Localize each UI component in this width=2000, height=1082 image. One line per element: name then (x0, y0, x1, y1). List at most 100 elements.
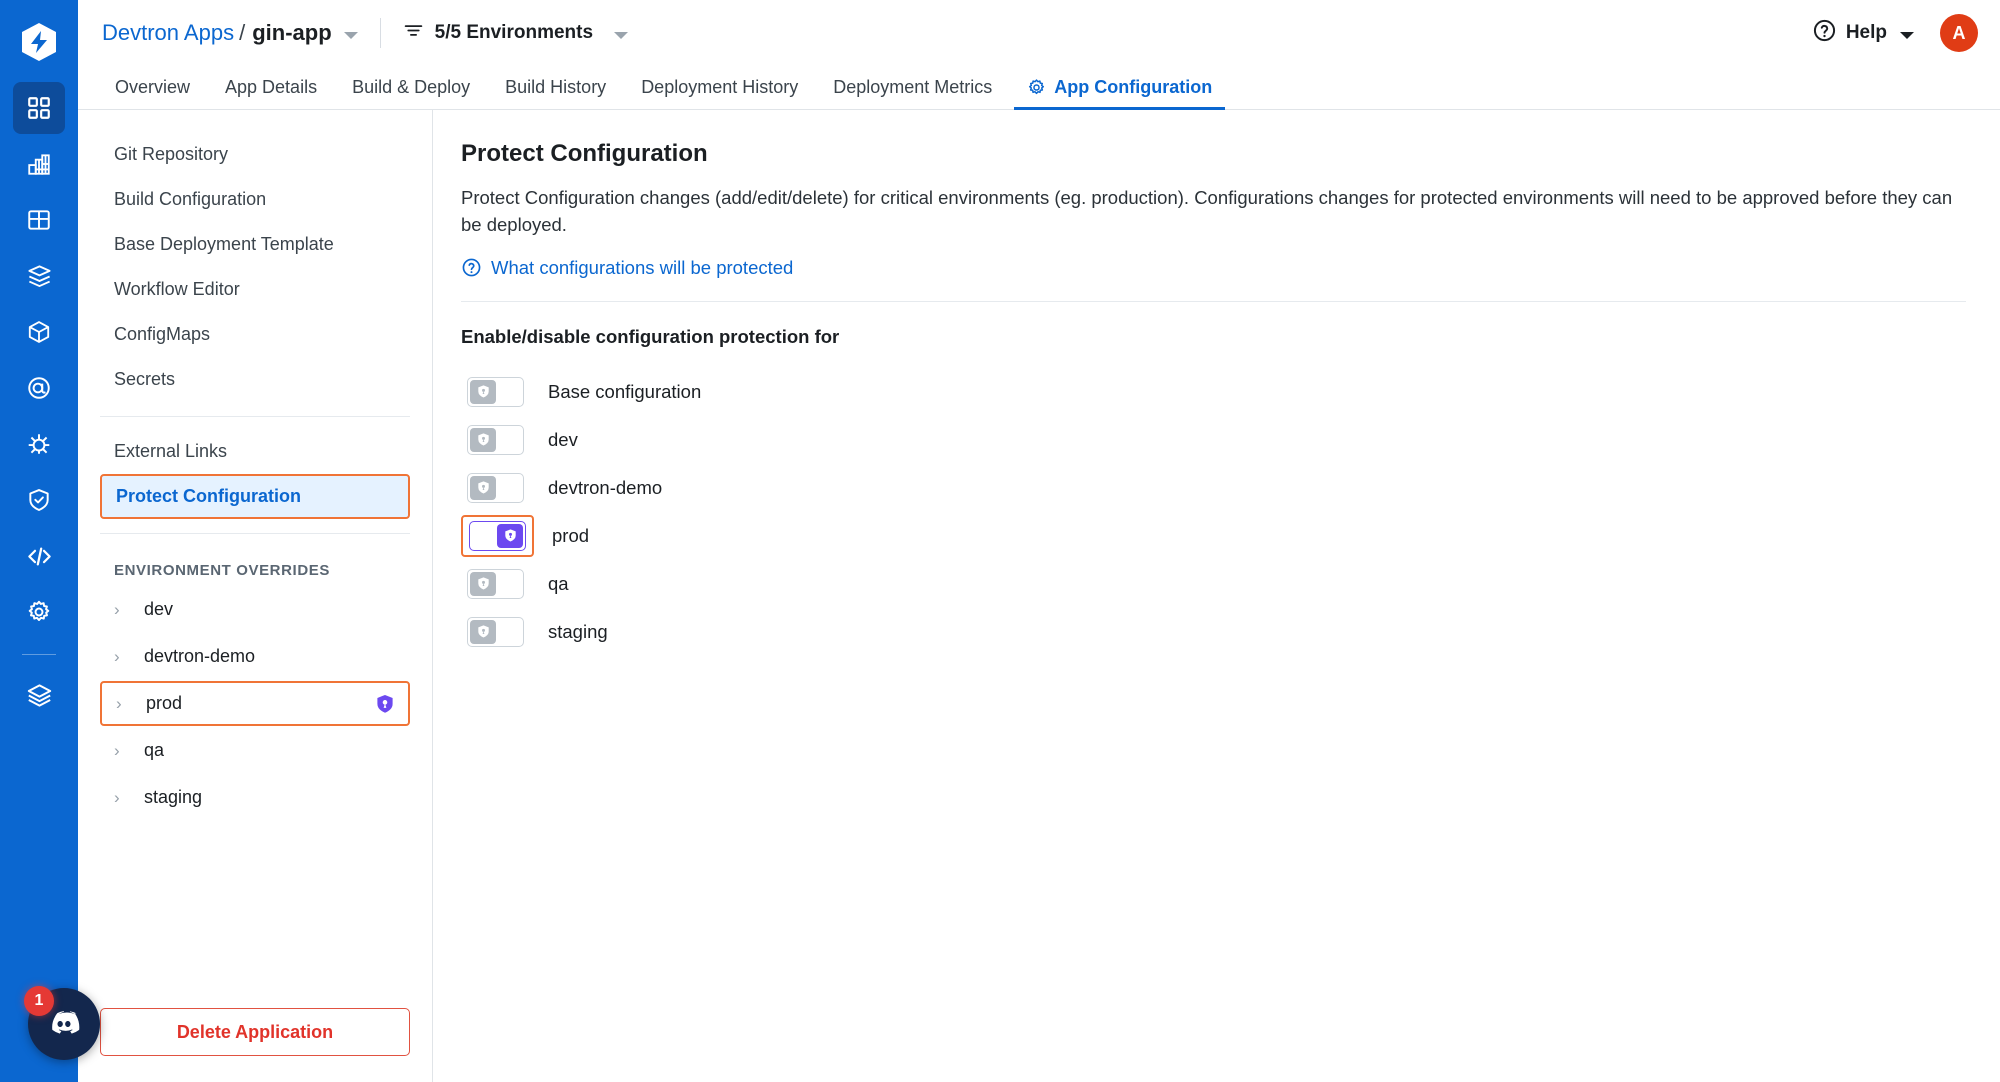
question-circle-icon (461, 257, 482, 278)
environment-selector[interactable]: 5/5 Environments (403, 20, 629, 46)
tab-label: Build History (505, 77, 607, 97)
sidebar-item-base-deployment-template[interactable]: Base Deployment Template (100, 222, 410, 267)
app-tabs: Overview App Details Build & Deploy Buil… (78, 66, 2000, 110)
bug-icon (26, 431, 52, 457)
chevron-right-icon: › (114, 647, 120, 666)
tab-build-and-deploy[interactable]: Build & Deploy (339, 66, 483, 109)
sidebar-item-label: Base Deployment Template (114, 234, 334, 254)
protection-toggle-row: staging (461, 608, 1966, 656)
sidebar-item-git-repository[interactable]: Git Repository (100, 132, 410, 177)
code-brackets-icon (26, 543, 53, 570)
sidebar-divider (100, 416, 410, 417)
toggle-knob (470, 571, 496, 596)
app-root: 1 Devtron Apps / gin-app 5/5 Environment… (0, 0, 2000, 1082)
sidebar-item-protect-configuration[interactable]: Protect Configuration (100, 474, 410, 519)
help-link-label: What configurations will be protected (491, 256, 794, 278)
primary-icon-rail (0, 0, 78, 1082)
tab-overview[interactable]: Overview (102, 66, 203, 109)
sidebar-item-workflow-editor[interactable]: Workflow Editor (100, 267, 410, 312)
protection-toggle-row: prod (461, 512, 1966, 560)
protection-toggle-dev[interactable] (467, 424, 524, 455)
tab-app-configuration[interactable]: App Configuration (1014, 66, 1226, 110)
env-override-dev[interactable]: › dev (100, 587, 410, 632)
help-label: Help (1845, 22, 1887, 43)
chevron-down-icon[interactable] (343, 31, 358, 39)
env-override-staging[interactable]: › staging (100, 775, 410, 820)
tab-deployment-history[interactable]: Deployment History (628, 66, 811, 109)
target-at-icon (26, 375, 52, 401)
protected-shield-icon (372, 691, 398, 717)
help-menu[interactable]: Help (1812, 18, 1914, 48)
toggle-knob (470, 619, 496, 644)
breadcrumb: Devtron Apps / gin-app (102, 20, 358, 46)
toggle-box-prod (461, 514, 534, 557)
chevron-right-icon: › (114, 741, 120, 760)
sidebar-divider-2 (100, 533, 410, 534)
delete-application-button[interactable]: Delete Application (100, 1008, 410, 1056)
enable-disable-section-label: Enable/disable configuration protection … (461, 325, 840, 347)
chevron-down-icon[interactable] (1900, 31, 1914, 39)
rail-item-software-distribution[interactable] (13, 306, 65, 358)
tab-app-details[interactable]: App Details (212, 66, 330, 109)
sidebar-item-configmaps[interactable]: ConfigMaps (100, 312, 410, 357)
protection-toggle-row: devtron-demo (461, 464, 1966, 512)
env-override-devtron-demo[interactable]: › devtron-demo (100, 634, 410, 679)
protection-toggle-devtron-demo[interactable] (467, 472, 524, 503)
toggle-label: devtron-demo (548, 476, 663, 498)
rail-item-jobs[interactable] (13, 138, 65, 190)
env-override-label: staging (144, 787, 203, 807)
what-configurations-protected-link[interactable]: What configurations will be protected (461, 257, 793, 279)
sidebar-item-external-links[interactable]: External Links (100, 429, 410, 474)
tab-label: Deployment Metrics (833, 77, 993, 97)
protection-toggle-prod[interactable] (469, 520, 526, 551)
chevron-right-icon: › (116, 694, 122, 713)
section-divider (461, 300, 1966, 302)
rail-item-global-configurations[interactable] (13, 586, 65, 638)
protect-configuration-panel: Protect Configuration Protect Configurat… (433, 110, 2000, 1082)
sidebar-item-label: Workflow Editor (114, 279, 240, 299)
toggle-box-devtron-demo (461, 469, 530, 507)
toggle-box-dev (461, 421, 530, 459)
app-groups-icon (26, 207, 52, 233)
sidebar-item-label: ConfigMaps (114, 324, 211, 344)
stack-layers-icon (26, 682, 53, 709)
sidebar-item-secrets[interactable]: Secrets (100, 357, 410, 402)
shield-check-icon (26, 487, 52, 513)
tab-build-history[interactable]: Build History (492, 66, 619, 109)
env-override-label: dev (144, 599, 174, 619)
tab-label: App Configuration (1054, 77, 1213, 97)
rail-item-application-groups[interactable] (13, 194, 65, 246)
tab-label: Build & Deploy (352, 77, 471, 97)
protection-toggle-qa[interactable] (467, 568, 524, 599)
toggle-knob (497, 523, 523, 548)
env-override-prod[interactable]: › prod (100, 681, 410, 726)
protection-toggle-base-configuration[interactable] (467, 376, 524, 407)
rail-item-stack-manager[interactable] (13, 669, 65, 721)
rail-item-security[interactable] (13, 474, 65, 526)
rail-item-applications[interactable] (13, 82, 65, 134)
rail-item-code[interactable] (13, 530, 65, 582)
toggle-knob (470, 379, 496, 404)
toggle-label: prod (552, 524, 590, 546)
chevron-down-icon[interactable] (614, 31, 629, 39)
rail-item-resource-browser[interactable] (13, 362, 65, 414)
avatar[interactable]: A (1940, 14, 1978, 52)
toggle-box-staging (461, 613, 530, 651)
sidebar-item-build-configuration[interactable]: Build Configuration (100, 177, 410, 222)
gear-icon (26, 599, 52, 625)
tab-deployment-metrics[interactable]: Deployment Metrics (820, 66, 1005, 109)
jobs-chart-icon (26, 151, 52, 177)
protection-toggle-staging[interactable] (467, 616, 524, 647)
discord-support-widget[interactable]: 1 (24, 986, 100, 1060)
rail-divider (22, 654, 56, 655)
env-override-qa[interactable]: › qa (100, 728, 410, 773)
environment-selector-label: 5/5 Environments (434, 22, 594, 43)
app-configuration-sidebar: Git Repository Build Configuration Base … (78, 110, 433, 1082)
rail-item-bulk-edit[interactable] (13, 418, 65, 470)
toggle-box-base-configuration (461, 373, 530, 411)
devtron-logo-icon[interactable] (11, 14, 67, 70)
tab-label: Deployment History (641, 77, 799, 97)
rail-item-chart-store[interactable] (13, 250, 65, 302)
breadcrumb-root-link[interactable]: Devtron Apps (102, 20, 234, 46)
discord-unread-badge: 1 (24, 986, 54, 1016)
